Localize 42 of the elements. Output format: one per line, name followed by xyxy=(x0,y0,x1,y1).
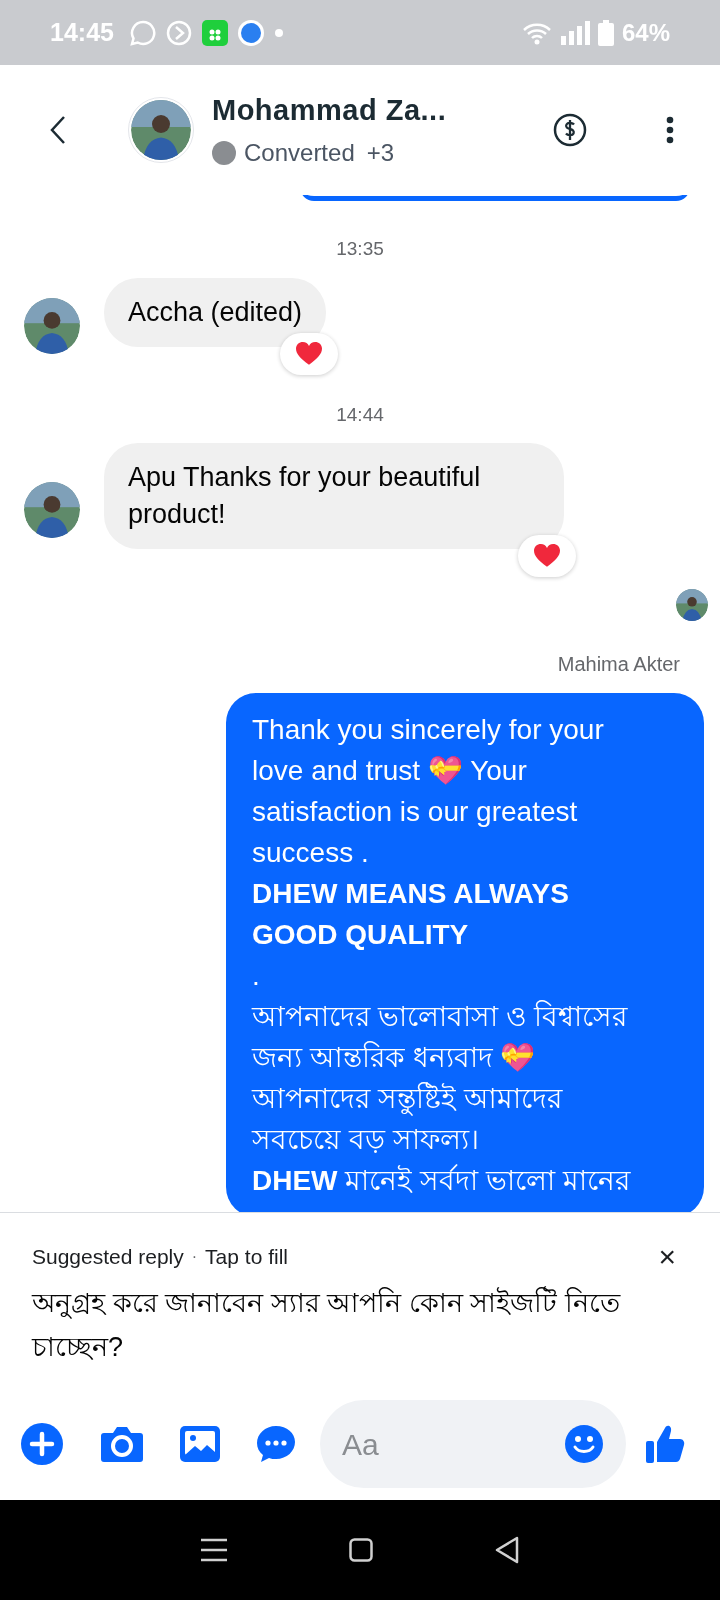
chat-bubble-icon xyxy=(129,19,156,46)
avatar xyxy=(131,100,191,160)
signal-icon xyxy=(559,20,590,45)
heart-icon xyxy=(534,544,560,568)
timestamp: 14:44 xyxy=(336,402,384,427)
suggestion-hint: Tap to fill xyxy=(205,1244,288,1270)
camera-icon[interactable] xyxy=(100,1425,144,1463)
contact-status: Converted xyxy=(244,137,355,168)
dollar-icon xyxy=(553,113,587,147)
message-field[interactable]: Aa xyxy=(320,1400,626,1488)
message-bubble[interactable]: Accha (edited) xyxy=(104,277,327,347)
close-button[interactable]: × xyxy=(658,1241,676,1272)
dot-icon xyxy=(273,27,284,38)
suggested-reply[interactable]: অনুগ্রহ করে জানাবেন স্যার আপনি কোন সাইজটি নিতে চাচ্ছেন? xyxy=(32,1280,688,1369)
more-icon xyxy=(666,116,674,144)
avatar xyxy=(24,482,80,538)
plus-icon[interactable] xyxy=(20,1422,64,1466)
app-icon xyxy=(237,19,264,46)
avatar xyxy=(676,589,708,621)
reaction-badge[interactable] xyxy=(518,535,576,577)
timestamp: 13:35 xyxy=(336,237,384,261)
smiley-icon[interactable] xyxy=(564,1424,604,1464)
sender-name: Mahima Akter xyxy=(557,652,680,677)
back-icon[interactable] xyxy=(495,1536,519,1564)
battery-icon xyxy=(597,19,614,46)
avatar xyxy=(24,298,80,354)
app-icon xyxy=(201,19,228,46)
label-count: +3 xyxy=(366,137,395,168)
message-bubble[interactable]: Apu Thanks for your beautiful product! xyxy=(104,443,564,549)
heart-icon xyxy=(296,341,323,366)
chat-more-icon[interactable] xyxy=(256,1424,296,1464)
message-input[interactable]: Aa xyxy=(342,1421,564,1467)
image-icon[interactable] xyxy=(180,1426,220,1462)
thumbs-up-icon[interactable] xyxy=(646,1423,686,1465)
home-icon[interactable] xyxy=(349,1538,373,1562)
back-icon xyxy=(50,115,66,145)
suggestion-label: Suggested reply xyxy=(32,1244,184,1270)
reaction-badge[interactable] xyxy=(280,332,339,375)
contact-name[interactable]: Mohammad Za... xyxy=(212,89,447,133)
separator: · xyxy=(191,1246,198,1267)
message-bubble[interactable]: Thank you sincerely for your love and trust 💝 Your satisfaction is our greatest success . DHEW MEANS ALWAYS GOOD QUALITY . আপনাদের ভালোবাসা ও বিশ্বাসের জন্য আন্তরিক ধন্যবাদ 💝 আপনাদের সন্তুষ্টিই আমাদের সবচেয়ে বড় সাফল্য। DHEW মানেই সর্বদা ভালো মানের xyxy=(226,693,704,1212)
menu-icon[interactable] xyxy=(201,1538,227,1562)
